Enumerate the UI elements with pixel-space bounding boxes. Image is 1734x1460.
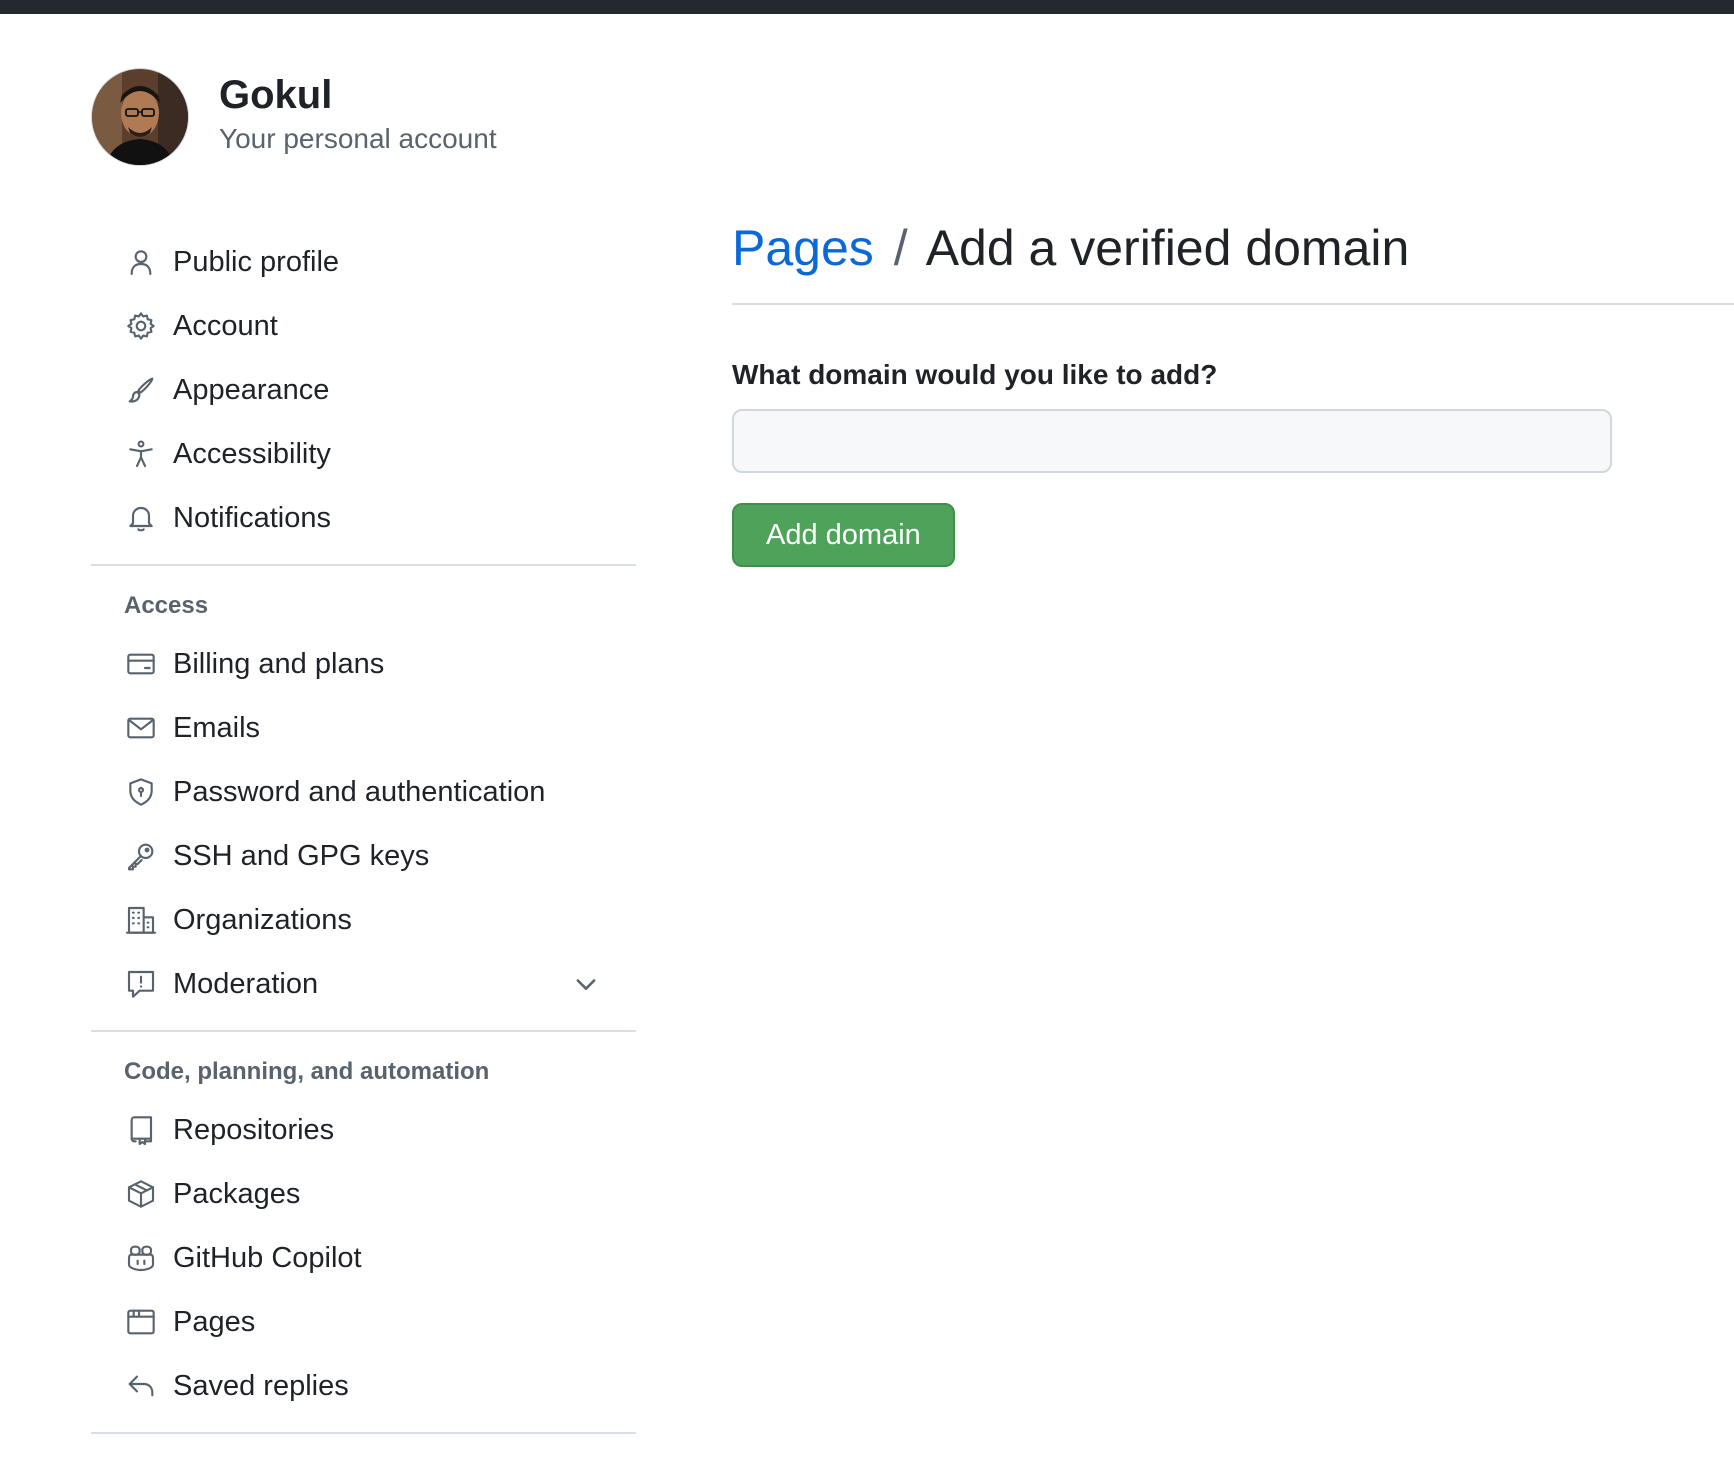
sidebar-item-password-and-authentication[interactable]: Password and authentication [91,760,636,824]
sidebar-section-heading-code: Code, planning, and automation [124,1058,490,1085]
shield-icon [123,774,159,810]
reply-icon [123,1368,159,1404]
organization-icon [123,902,159,938]
sidebar-item-account[interactable]: Account [91,294,636,358]
sidebar-item-packages[interactable]: Packages [91,1162,636,1226]
title-divider [732,303,1734,305]
chevron-down-icon[interactable] [572,970,600,998]
sidebar-item-label: Billing and plans [173,647,385,680]
top-navigation-bar [0,0,1734,14]
breadcrumb: Pages / Add a verified domain [732,215,1734,281]
add-domain-button[interactable]: Add domain [732,503,955,567]
user-text: Gokul Your personal account [219,71,497,157]
sidebar-item-pages[interactable]: Pages [91,1290,636,1354]
mail-icon [123,710,159,746]
domain-field-label: What domain would you like to add? [732,359,1218,390]
sidebar-divider [91,1030,636,1032]
copilot-icon [123,1240,159,1276]
credit-card-icon [123,646,159,682]
sidebar-divider [91,564,636,566]
sidebar-item-label: Accessibility [173,437,331,470]
paintbrush-icon [123,372,159,408]
domain-input[interactable] [732,409,1612,473]
sidebar-item-organizations[interactable]: Organizations [91,888,636,952]
sidebar-item-label: Emails [173,711,261,744]
sidebar-item-github-copilot[interactable]: GitHub Copilot [91,1226,636,1290]
sidebar-item-label: Saved replies [173,1369,349,1402]
sidebar-item-label: GitHub Copilot [173,1241,362,1274]
browser-icon [123,1304,159,1340]
gear-icon [123,308,159,344]
page-title: Add a verified domain [925,220,1410,276]
breadcrumb-link-pages[interactable]: Pages [732,215,874,281]
sidebar-item-label: Packages [173,1177,301,1210]
sidebar-item-ssh-and-gpg-keys[interactable]: SSH and GPG keys [91,824,636,888]
sidebar-section-heading-access: Access [124,592,209,619]
sidebar-item-moderation[interactable]: Moderation [91,952,636,1016]
sidebar-divider [91,1432,636,1434]
key-icon [123,838,159,874]
sidebar-item-label: SSH and GPG keys [173,839,430,872]
settings-sidebar: Public profile Account Appearance Access… [91,230,636,1448]
sidebar-item-label: Moderation [173,967,319,1000]
sidebar-item-billing-and-plans[interactable]: Billing and plans [91,632,636,696]
bell-icon [123,500,159,536]
breadcrumb-separator: / [893,220,908,276]
sidebar-item-appearance[interactable]: Appearance [91,358,636,422]
sidebar-item-label: Appearance [173,373,330,406]
sidebar-item-label: Password and authentication [173,775,546,808]
sidebar-item-label: Organizations [173,903,352,936]
accessibility-icon [123,436,159,472]
person-icon [123,244,159,280]
sidebar-item-public-profile[interactable]: Public profile [91,230,636,294]
report-icon [123,966,159,1002]
sidebar-item-repositories[interactable]: Repositories [91,1098,636,1162]
sidebar-item-notifications[interactable]: Notifications [91,486,636,550]
sidebar-item-label: Public profile [173,245,340,278]
main-content: Pages / Add a verified domain What domai… [732,215,1734,567]
sidebar-item-accessibility[interactable]: Accessibility [91,422,636,486]
sidebar-item-saved-replies[interactable]: Saved replies [91,1354,636,1418]
package-icon [123,1176,159,1212]
sidebar-item-label: Notifications [173,501,331,534]
repo-icon [123,1112,159,1148]
avatar[interactable] [91,68,189,166]
sidebar-item-emails[interactable]: Emails [91,696,636,760]
user-name[interactable]: Gokul [219,71,497,119]
user-header: Gokul Your personal account [91,68,497,166]
account-type-label: Your personal account [219,123,497,154]
sidebar-item-label: Pages [173,1305,256,1338]
sidebar-item-label: Account [173,309,278,342]
sidebar-item-label: Repositories [173,1113,335,1146]
